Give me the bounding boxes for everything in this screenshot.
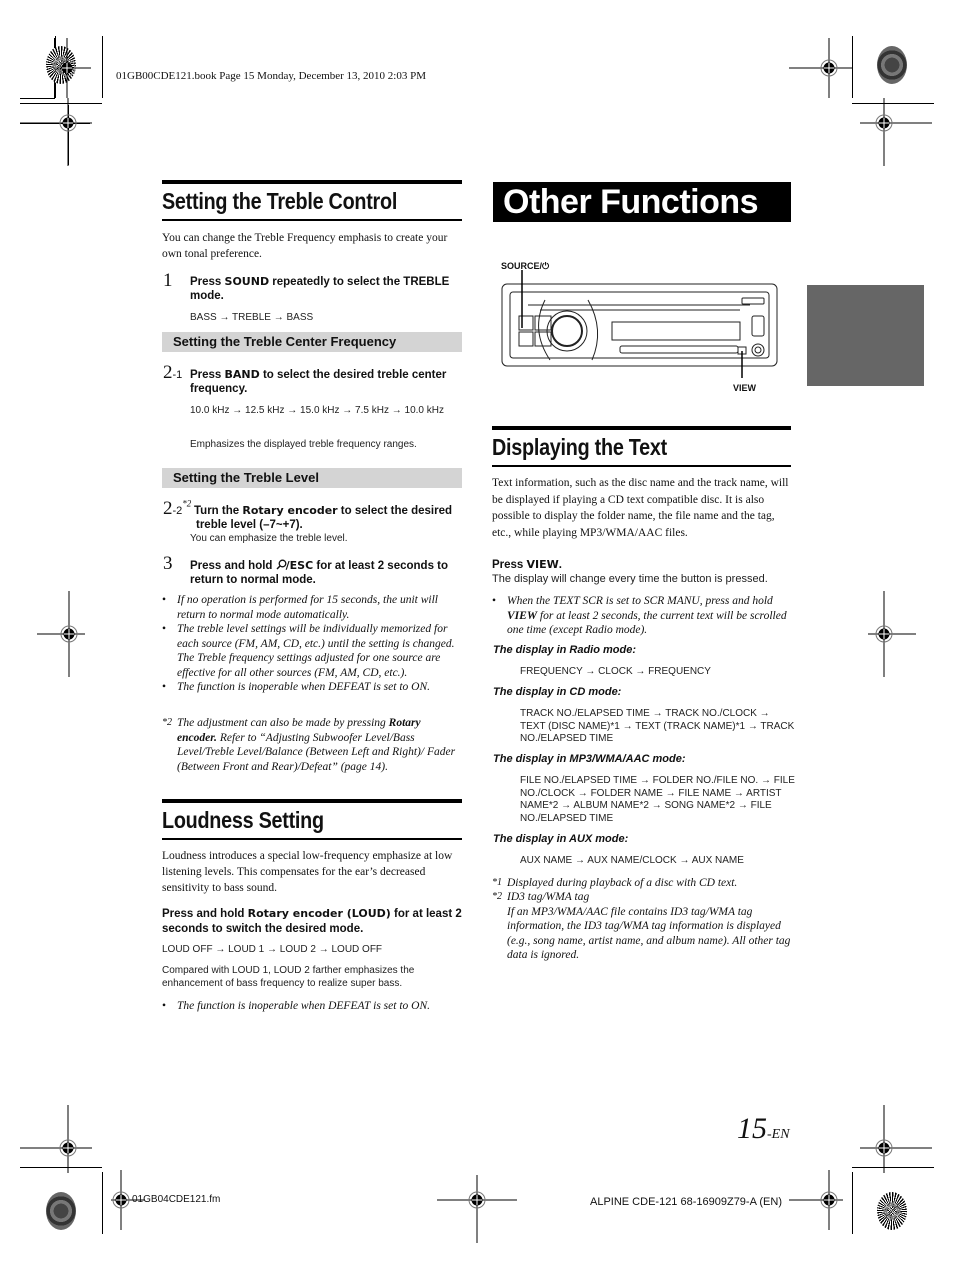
crosshair-icon [20,1105,92,1173]
step-number: 2-1 [163,362,183,383]
head-unit-diagram [501,270,778,378]
key-band: BAND [224,368,260,381]
note-item: The function is inoperable when DEFEAT i… [162,999,462,1014]
note-item: The function is inoperable when DEFEAT i… [162,680,462,695]
key-view: VIEW [526,558,559,571]
chapter-tab-marker [807,285,924,386]
key-sound: SOUND [224,275,270,288]
treble-footnote: *2 The adjustment can also be made by pr… [162,717,456,773]
mode-heading-aux: The display in AUX mode: [493,833,629,845]
section-heading: Displaying the Text [492,434,667,460]
crosshair-icon [860,1105,932,1173]
treble-level-note: You can emphasize the treble level. [190,533,348,544]
section-title-displaying-text: Displaying the Text [492,426,791,467]
note-item: When the TEXT SCR is set to SCR MANU, pr… [492,594,792,638]
press-view-instruction: Press VIEW. [492,558,562,571]
note-item: The treble level settings will be indivi… [162,622,462,680]
display-text-intro: Text information, such as the disc name … [492,477,789,539]
section-title-loudness: Loudness Setting [162,799,462,840]
crosshair-icon [437,1175,517,1243]
treble-intro: You can change the Treble Frequency emph… [162,232,448,260]
section-title-treble: Setting the Treble Control [162,180,462,221]
crosshair-icon [20,98,92,166]
crosshair-icon [789,38,853,98]
diagram-label-view: VIEW [733,383,757,393]
step-2-1-text: Press BAND to select the desired treble … [190,368,447,395]
key-rotary-encoder-loud: Rotary encoder (LOUD) [247,907,391,920]
section-heading: Loudness Setting [162,807,324,833]
footer-file-name: 01GB04CDE121.fm [132,1194,221,1205]
mode-sequence-aux: AUX NAME → AUX NAME/CLOCK → AUX NAME [520,855,744,866]
mode-sequence-cd: TRACK NO./ELAPSED TIME → TRACK NO./CLOCK… [520,708,795,744]
mode-heading-cd: The display in CD mode: [493,686,622,698]
key-esc: /ESC [285,559,314,572]
display-footnote-1: *1 Displayed during playback of a disc w… [492,877,738,889]
display-text-notes: When the TEXT SCR is set to SCR MANU, pr… [492,594,792,638]
usb-port-icon [751,315,765,337]
step-number: 3 [163,553,173,574]
crosshair-icon [789,1170,843,1230]
page-number: 15-EN [737,1112,790,1145]
key-rotary-encoder: Rotary encoder [242,504,338,517]
crosshair-icon [860,98,932,166]
mode-sequence-mp3: FILE NO./ELAPSED TIME → FOLDER NO./FILE … [520,775,795,824]
loudness-instruction: Press and hold Rotary encoder (LOUD) for… [162,907,462,935]
search-icon [276,559,287,570]
step-3-text: Press and hold /ESC for at least 2 secon… [190,559,449,586]
loudness-compare: Compared with LOUD 1, LOUD 2 farther emp… [162,965,415,989]
press-view-note: The display will change every time the b… [492,573,768,585]
loudness-sequence: LOUD OFF → LOUD 1 → LOUD 2 → LOUD OFF [162,944,383,955]
subsection-center-frequency: Setting the Treble Center Frequency [162,332,462,352]
loudness-intro: Loudness introduces a special low-freque… [162,850,453,894]
mode-heading-mp3: The display in MP3/WMA/AAC mode: [493,753,686,765]
footer-model-info: ALPINE CDE-121 68-16909Z79-A (EN) [590,1196,782,1208]
display-footnote-2: *2 ID3 tag/WMA tag If an MP3/WMA/AAC fil… [492,891,791,961]
section-heading: Setting the Treble Control [162,188,398,214]
step-1-text: Press SOUND repeatedly to select the TRE… [190,275,450,302]
bass-treble-sequence: BASS → TREBLE → BASS [190,312,314,323]
subsection-treble-level: Setting the Treble Level [162,468,462,488]
treble-notes: If no operation is performed for 15 seco… [162,593,462,695]
loudness-notes: The function is inoperable when DEFEAT i… [162,999,462,1014]
crosshair-icon [57,38,91,98]
frequency-sequence: 10.0 kHz → 12.5 kHz → 15.0 kHz → 7.5 kHz… [190,405,444,416]
frequency-note: Emphasizes the displayed treble frequenc… [190,439,417,450]
registration-crosshairs [20,38,932,1243]
faceplate-outline [501,283,778,367]
source-button-icon [518,315,534,331]
step-2-2-text: Turn the Rotary encoder to select the de… [194,504,453,531]
display-window-icon [611,321,741,341]
chapter-title: Other Functions [493,182,791,222]
note-item: If no operation is performed for 15 seco… [162,593,462,622]
print-info: 01GB00CDE121.book Page 15 Monday, Decemb… [116,70,427,82]
crosshair-icon [37,591,85,677]
crosshair-icon [868,591,916,677]
mode-sequence-radio: FREQUENCY → CLOCK → FREQUENCY [520,666,711,677]
step-number: 1 [163,270,173,291]
step-number: 2-2*2 [163,498,192,519]
mode-heading-radio: The display in Radio mode: [493,644,637,656]
